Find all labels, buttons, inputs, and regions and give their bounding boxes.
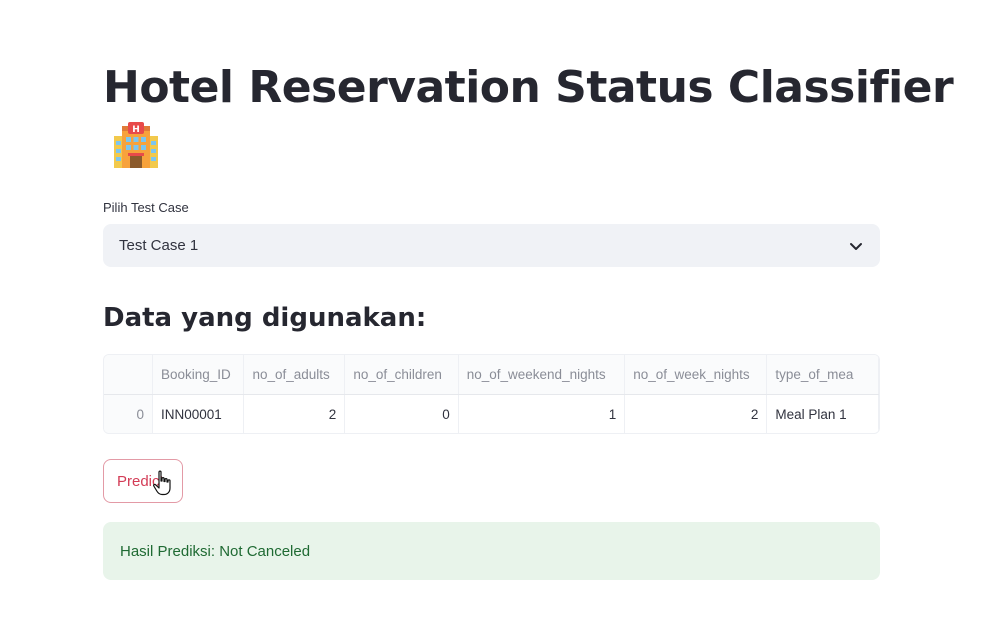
table-cell[interactable]: 2 bbox=[243, 394, 346, 433]
column-header-no-of-weekend-nights[interactable]: no_of_weekend_nights bbox=[458, 355, 626, 395]
table-cell[interactable]: 0 bbox=[344, 394, 459, 433]
column-header-no-of-adults[interactable]: no_of_adults bbox=[243, 355, 346, 395]
column-header-no-of-week-nights[interactable]: no_of_week_nights bbox=[624, 355, 768, 395]
data-table[interactable]: Booking_ID no_of_adults no_of_children n… bbox=[103, 354, 880, 434]
test-case-select[interactable]: Test Case 1 bbox=[103, 224, 880, 267]
row-index[interactable]: 0 bbox=[104, 394, 153, 433]
svg-text:H: H bbox=[132, 125, 140, 135]
data-subheader: Data yang digunakan: bbox=[103, 303, 427, 333]
table-row: 0 INN00001 2 0 1 2 Meal Plan 1 bbox=[104, 394, 879, 433]
column-header-index[interactable] bbox=[104, 355, 153, 395]
select-value: Test Case 1 bbox=[119, 237, 199, 254]
page-title: Hotel Reservation Status Classifier bbox=[103, 62, 954, 113]
hand-pointer-icon bbox=[153, 470, 171, 496]
select-label: Pilih Test Case bbox=[103, 200, 189, 215]
hotel-icon: H bbox=[114, 122, 158, 168]
column-header-type-of-meal[interactable]: type_of_mea bbox=[766, 355, 879, 395]
table-cell[interactable]: 1 bbox=[458, 394, 626, 433]
chevron-down-icon bbox=[850, 242, 862, 250]
column-header-booking-id[interactable]: Booking_ID bbox=[152, 355, 245, 395]
prediction-result-alert: Hasil Prediksi: Not Canceled bbox=[103, 522, 880, 580]
prediction-result-text: Hasil Prediksi: Not Canceled bbox=[120, 542, 311, 560]
table-cell[interactable]: 2 bbox=[624, 394, 768, 433]
table-cell[interactable]: INN00001 bbox=[152, 394, 245, 433]
column-header-no-of-children[interactable]: no_of_children bbox=[344, 355, 459, 395]
table-header-row: Booking_ID no_of_adults no_of_children n… bbox=[104, 355, 879, 395]
table-cell[interactable]: Meal Plan 1 bbox=[766, 394, 879, 433]
